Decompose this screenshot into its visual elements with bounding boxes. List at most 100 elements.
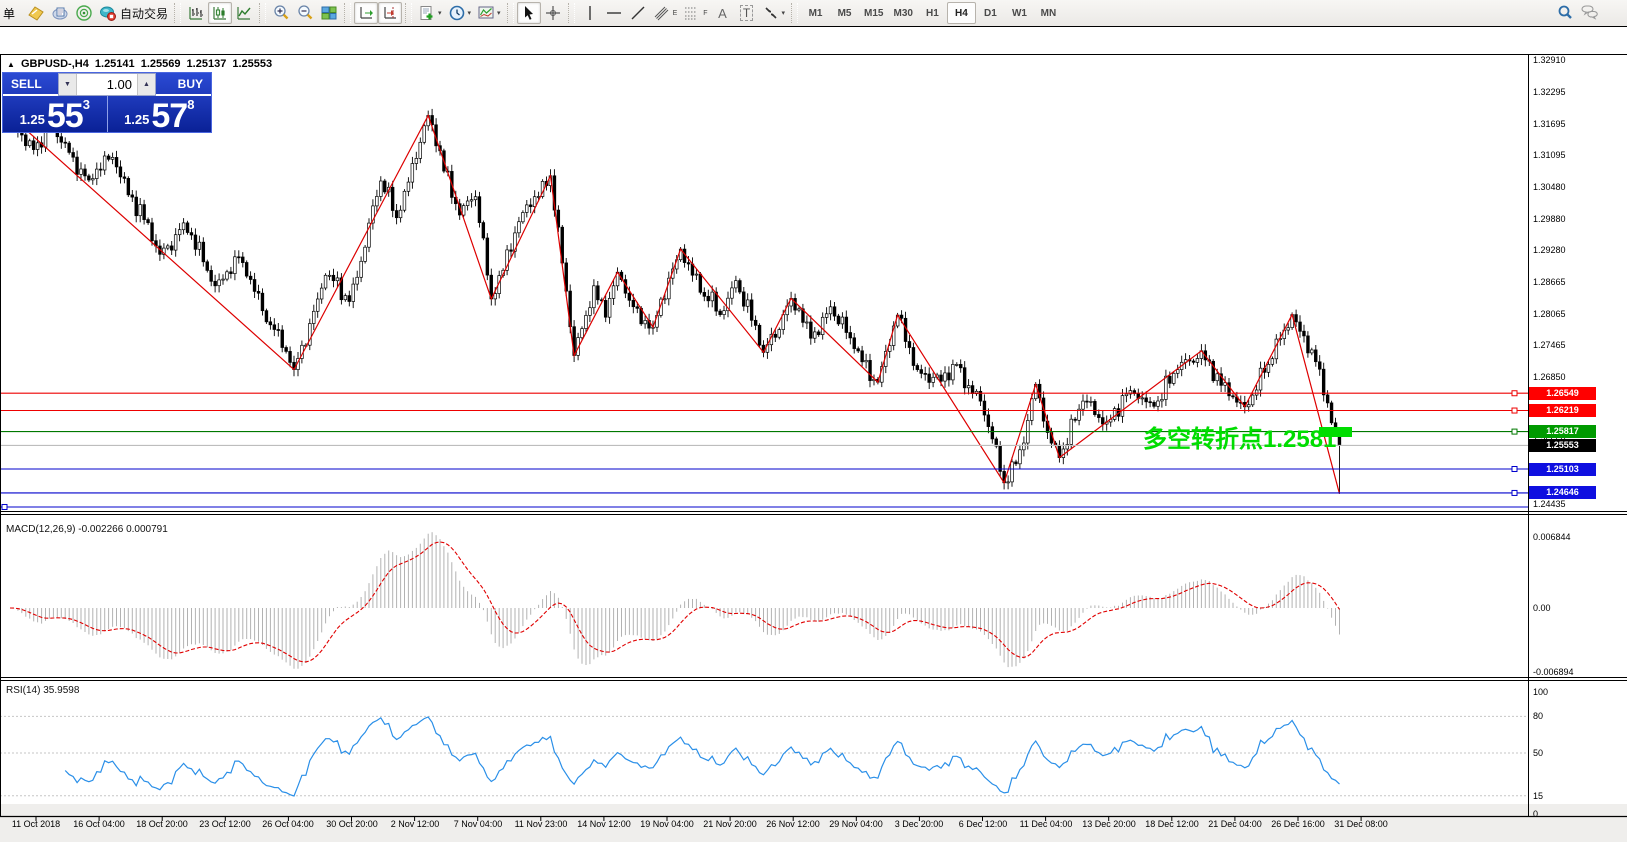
ticket-button[interactable] — [24, 2, 48, 24]
line-chart-button[interactable] — [232, 2, 256, 24]
zoom-in-icon — [272, 4, 290, 22]
line-handle[interactable] — [1512, 429, 1517, 434]
timeframe-H1[interactable]: H1 — [918, 2, 947, 24]
sell-price-sup: 3 — [83, 97, 90, 112]
price-label-1.26219: 1.26219 — [1529, 404, 1596, 417]
buy-price-prefix: 1.25 — [124, 112, 149, 127]
toolbar-grip — [791, 3, 798, 23]
zoom-out-button[interactable] — [293, 2, 317, 24]
signals-button[interactable] — [72, 2, 96, 24]
text-tool-icon: A — [718, 6, 727, 21]
symbol-period-label: GBPUSD-,H4 — [21, 58, 89, 70]
trendline-button[interactable] — [626, 2, 650, 24]
line-handle[interactable] — [1512, 490, 1517, 495]
timeframe-group: M1M5M15M30H1H4D1W1MN — [801, 2, 1063, 24]
ticket-icon — [27, 4, 45, 22]
buy-button[interactable]: BUY — [156, 73, 211, 96]
sell-button[interactable]: SELL — [3, 73, 58, 96]
rsi-tick: 80 — [1533, 711, 1543, 721]
buy-price-sup: 8 — [187, 97, 194, 112]
dropdown-caret-icon: ▾ — [468, 9, 472, 17]
macd-title: MACD(12,26,9) -0.002266 0.000791 — [6, 524, 168, 535]
price-tick: 1.30480 — [1533, 182, 1566, 192]
price-tick: 1.32295 — [1533, 87, 1566, 97]
sell-price-button[interactable]: 1.25 55 3 — [3, 96, 108, 132]
search-button[interactable] — [1553, 2, 1577, 24]
crosshair-icon — [544, 4, 562, 22]
spin-down-icon: ▼ — [64, 81, 71, 88]
rsi-tick: 50 — [1533, 748, 1543, 758]
timeframe-M5[interactable]: M5 — [830, 2, 859, 24]
volume-input[interactable]: 1.00 — [77, 74, 137, 95]
rsi-tick: 0 — [1533, 809, 1538, 819]
price-label-1.26549: 1.26549 — [1529, 387, 1596, 400]
toolbar-grip — [405, 3, 412, 23]
chart-shift-button[interactable] — [378, 2, 402, 24]
timeframe-H4[interactable]: H4 — [947, 2, 976, 24]
buy-price-button[interactable]: 1.25 57 8 — [108, 96, 212, 132]
line-handle[interactable] — [1512, 391, 1517, 396]
timeframe-M15[interactable]: M15 — [859, 2, 888, 24]
indicators-icon — [418, 4, 436, 22]
periods-button[interactable]: ▾ — [445, 2, 475, 24]
chat-button[interactable] — [1577, 2, 1601, 24]
vertical-line-button[interactable] — [578, 2, 602, 24]
new-order-button[interactable]: 单 — [0, 2, 24, 24]
volume-decrease-button[interactable]: ▼ — [59, 74, 77, 95]
timeframe-D1[interactable]: D1 — [976, 2, 1005, 24]
line-handle[interactable] — [2, 504, 7, 509]
arrows-button[interactable]: ▾ — [759, 2, 789, 24]
annotation-text[interactable]: 多空转折点1.2581 — [1143, 419, 1336, 454]
editor-button[interactable] — [48, 2, 72, 24]
timeframe-W1[interactable]: W1 — [1005, 2, 1034, 24]
label-tool-icon: T — [740, 5, 753, 21]
one-click-trading-panel: SELL ▼ 1.00 ▲ BUY 1.25 55 3 1. — [2, 72, 212, 133]
line-handle[interactable] — [1512, 467, 1517, 472]
price-tick: 1.27465 — [1533, 340, 1566, 350]
templates-button[interactable]: ▾ — [474, 2, 504, 24]
cursor-button[interactable] — [517, 2, 541, 24]
horizontal-line-icon — [605, 4, 623, 22]
channel-icon — [653, 4, 671, 22]
trendline-icon — [629, 4, 647, 22]
text-button[interactable]: A — [711, 2, 735, 24]
candles — [9, 106, 1341, 494]
sell-price-prefix: 1.25 — [20, 112, 45, 127]
indicators-button[interactable]: ▾ — [415, 2, 445, 24]
price-tick: 1.31095 — [1533, 150, 1566, 160]
price-tick: 1.24435 — [1533, 499, 1566, 509]
fibonacci-button[interactable]: F — [680, 2, 710, 24]
timeframe-M1[interactable]: M1 — [801, 2, 830, 24]
chat-icon — [1580, 4, 1598, 22]
autotrading-button[interactable]: 自动交易 — [96, 2, 171, 24]
price-tick: 1.31695 — [1533, 119, 1566, 129]
price-tick: 1.28665 — [1533, 277, 1566, 287]
volume-increase-button[interactable]: ▲ — [137, 74, 155, 95]
timeframe-M30[interactable]: M30 — [888, 2, 917, 24]
ohlc-close: 1.25553 — [232, 58, 272, 70]
bar-chart-button[interactable] — [184, 2, 208, 24]
zoom-in-button[interactable] — [269, 2, 293, 24]
time-label: 31 Dec 08:00 — [1318, 819, 1404, 829]
price-label-1.25817: 1.25817 — [1529, 425, 1596, 438]
auto-scroll-button[interactable] — [354, 2, 378, 24]
chart-title: ▲ GBPUSD-,H4 1.25141 1.25569 1.25137 1.2… — [7, 58, 275, 70]
line-handle[interactable] — [1512, 408, 1517, 413]
crosshair-button[interactable] — [541, 2, 565, 24]
rsi-line — [65, 717, 1339, 796]
toolbar-grip — [507, 3, 514, 23]
tile-windows-button[interactable] — [317, 2, 341, 24]
horizontal-line-button[interactable] — [602, 2, 626, 24]
timeframe-MN[interactable]: MN — [1034, 2, 1063, 24]
fibonacci-icon — [683, 4, 701, 22]
collapse-icon[interactable]: ▲ — [7, 60, 15, 69]
ohlc-open: 1.25141 — [95, 58, 135, 70]
radar-icon — [75, 4, 93, 22]
clock-icon — [448, 4, 466, 22]
candlestick-button[interactable] — [208, 2, 232, 24]
text-label-button[interactable]: T — [735, 2, 759, 24]
equidistant-channel-button[interactable]: E — [650, 2, 681, 24]
price-label-1.24646: 1.24646 — [1529, 486, 1596, 499]
annotation-marker[interactable] — [1319, 427, 1352, 437]
chart-canvas — [0, 27, 1627, 842]
